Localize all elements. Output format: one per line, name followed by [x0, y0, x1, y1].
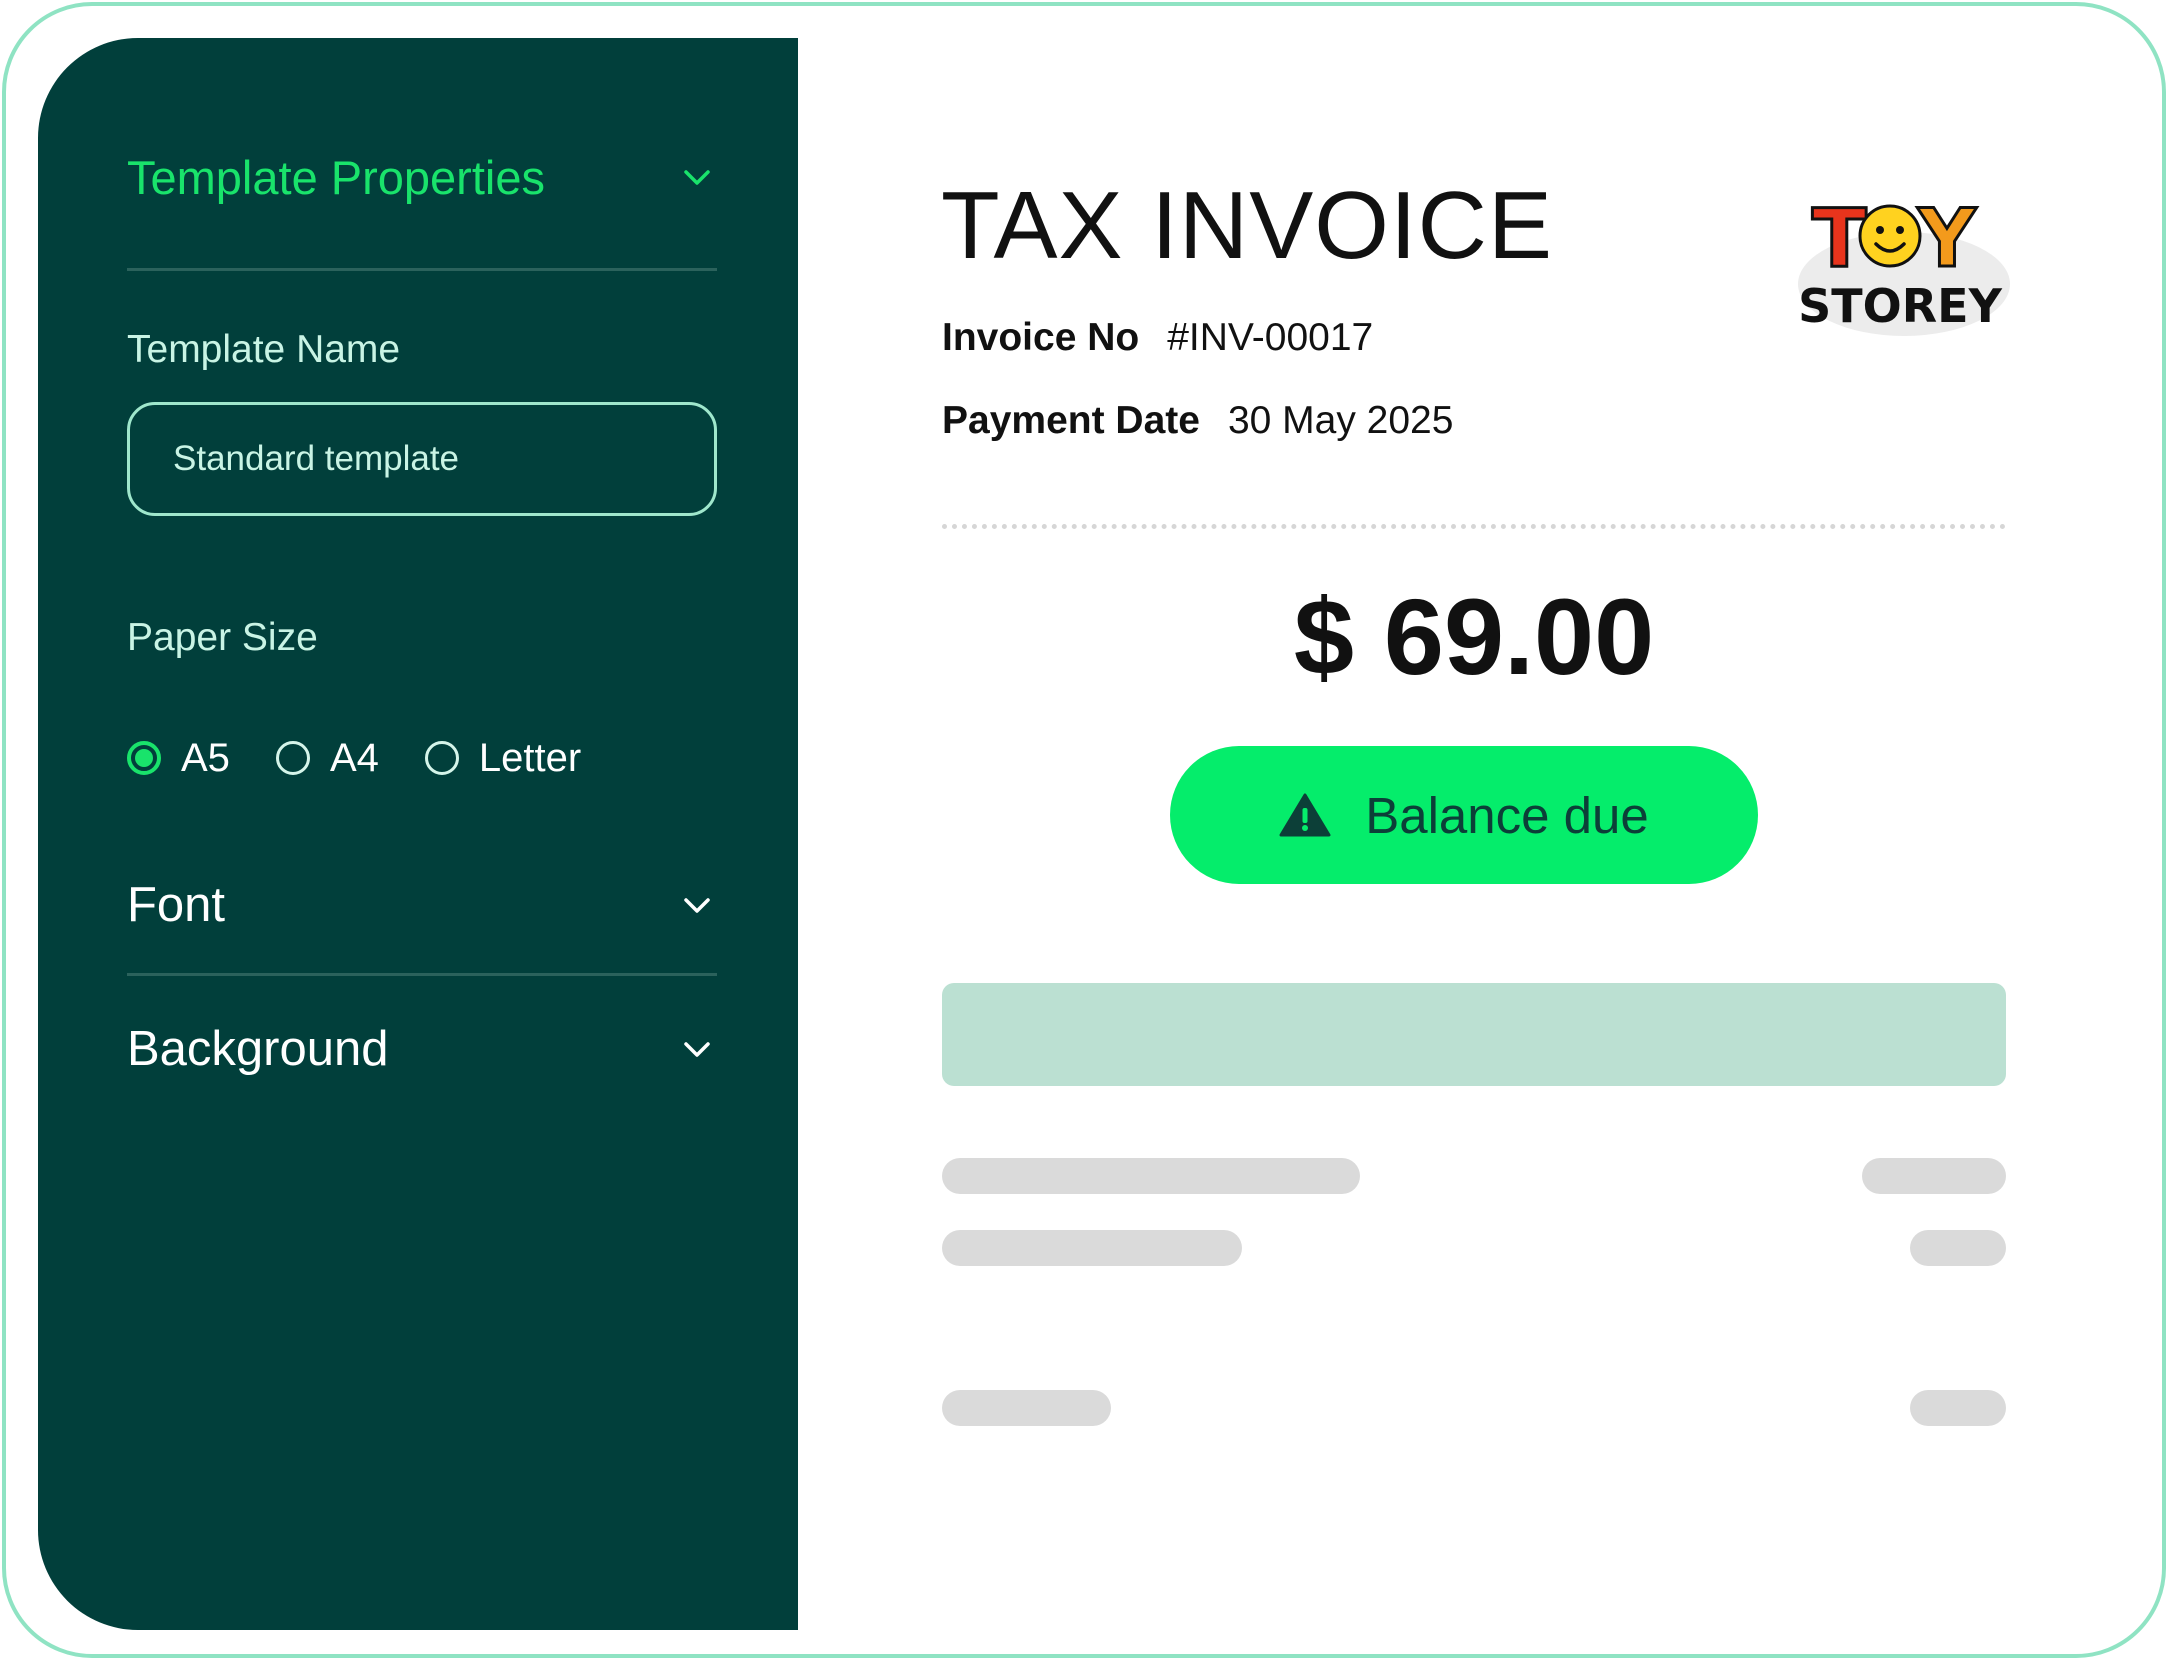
section-divider — [127, 973, 717, 976]
font-section-header[interactable]: Font — [127, 870, 717, 940]
chevron-down-icon — [684, 898, 710, 913]
line-item-amount-placeholder — [1862, 1158, 2006, 1194]
invoice-number-value: #INV-00017 — [1167, 316, 1374, 359]
background-section-title: Background — [127, 1022, 389, 1076]
dotted-separator — [942, 524, 2006, 529]
payment-date-label: Payment Date — [942, 399, 1200, 442]
invoice-number-row: Invoice No #INV-00017 — [942, 316, 1373, 360]
logo-letter-y: Y — [1917, 192, 1977, 285]
line-item-placeholder — [942, 1230, 1242, 1266]
radio-selected-icon[interactable] — [127, 741, 161, 775]
template-properties-header[interactable]: Template Properties — [127, 142, 717, 212]
paper-size-radio-group: A5 A4 Letter — [127, 728, 627, 788]
payment-date-value: 30 May 2025 — [1227, 399, 1454, 442]
chevron-down-icon — [684, 1042, 710, 1057]
logo-wordmark: STOREY — [1798, 279, 2002, 333]
paper-size-option-letter[interactable]: Letter — [424, 735, 582, 781]
paper-size-label: Paper Size — [127, 616, 318, 659]
total-amount-placeholder — [1910, 1390, 2006, 1426]
template-name-input[interactable] — [127, 402, 717, 516]
smiley-face-icon — [1858, 204, 1922, 268]
invoice-title: TAX INVOICE — [941, 172, 1553, 279]
chevron-down-icon — [684, 170, 710, 185]
background-section-header[interactable]: Background — [127, 1014, 717, 1084]
invoice-amount: $ 69.00 — [1293, 576, 1655, 697]
balance-due-badge: Balance due — [1170, 746, 1758, 884]
radio-unselected-icon[interactable] — [424, 741, 459, 775]
font-section-title: Font — [127, 878, 226, 932]
balance-due-text: Balance due — [1365, 786, 1649, 844]
line-item-amount-placeholder — [1910, 1230, 2006, 1266]
paper-size-option-a5[interactable]: A5 — [127, 736, 230, 781]
paper-size-option-a4[interactable]: A4 — [275, 735, 379, 781]
payment-date-row: Payment Date 30 May 2025 — [942, 399, 1453, 443]
company-logo: T Y STOREY — [1798, 191, 2010, 336]
section-divider — [127, 268, 717, 271]
template-name-label: Template Name — [127, 328, 401, 371]
line-item-placeholder — [942, 1158, 1360, 1194]
radio-unselected-icon[interactable] — [275, 741, 310, 775]
total-label-placeholder — [942, 1390, 1111, 1426]
line-items-header-placeholder — [942, 983, 2006, 1086]
paper-size-option-label: A5 — [181, 735, 230, 780]
paper-size-option-label: Letter — [478, 735, 582, 780]
warning-triangle-icon — [1279, 793, 1331, 837]
template-properties-title: Template Properties — [127, 150, 545, 204]
invoice-number-label: Invoice No — [942, 316, 1140, 359]
template-sidebar: Template Properties Template Name Paper … — [38, 38, 798, 1630]
paper-size-option-label: A4 — [329, 735, 379, 780]
app-frame: Template Properties Template Name Paper … — [2, 2, 2166, 1658]
